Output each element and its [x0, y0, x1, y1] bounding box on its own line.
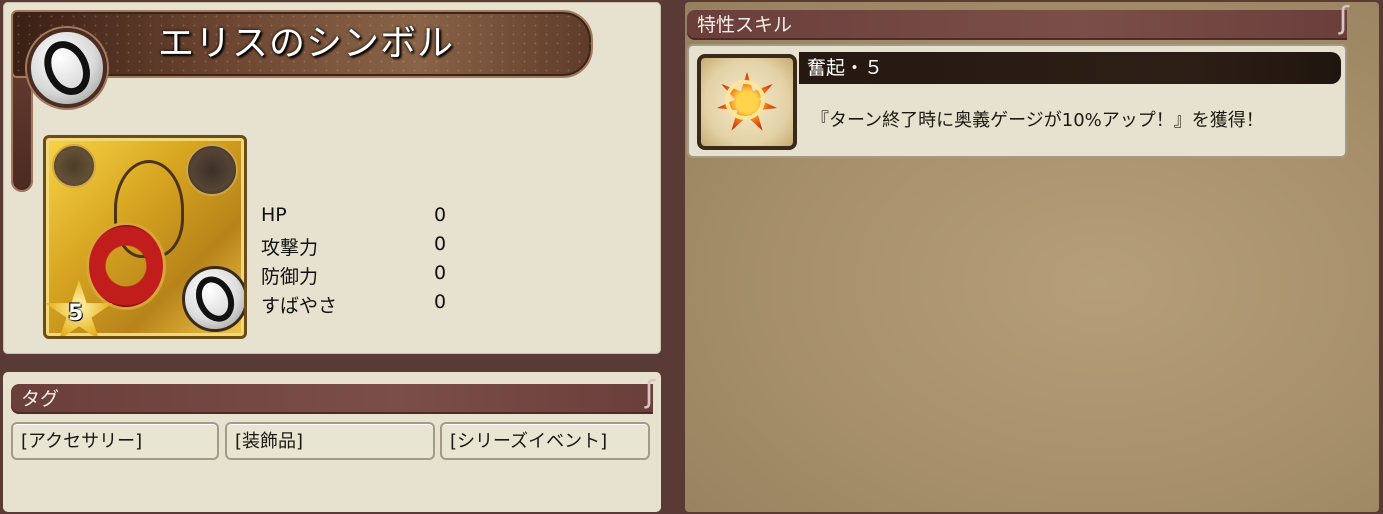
stat-value: 0 — [434, 204, 447, 226]
skill-header-label: 特性スキル — [697, 14, 793, 36]
skill-card[interactable]: 奮起・５ 『ターン終了時に奥義ゲージが10%アップ！』を獲得！ — [687, 44, 1347, 158]
skill-description: 『ターン終了時に奥義ゲージが10%アップ！』を獲得！ — [811, 110, 1264, 131]
tag-panel: タグ ʃ [アクセサリー] [装飾品] [シリーズイベント] — [3, 372, 661, 512]
skill-name: 奮起・５ — [799, 52, 1341, 84]
tag-chip[interactable]: [シリーズイベント] — [440, 422, 650, 460]
burst-ring — [725, 80, 765, 120]
ring-icon — [27, 28, 107, 108]
flourish-icon: ʃ — [644, 375, 655, 410]
ring-glyph — [188, 270, 242, 328]
stat-label: 攻撃力 — [261, 237, 319, 259]
tag-header: タグ ʃ — [11, 378, 655, 414]
stat-value: 0 — [434, 291, 447, 313]
rally-burst-icon — [697, 54, 797, 150]
swirl-emblem-icon — [186, 144, 238, 196]
tag-chip[interactable]: [装飾品] — [225, 422, 435, 460]
skill-header: 特性スキル ʃ — [687, 4, 1349, 40]
tag-chip[interactable]: [アクセサリー] — [11, 422, 219, 460]
rarity-stars: 5 — [68, 301, 84, 326]
swirl-emblem-icon — [52, 144, 96, 188]
ring-icon — [182, 266, 244, 332]
stat-value: 0 — [434, 233, 447, 255]
item-card-image[interactable]: 5 — [43, 135, 247, 339]
stat-label: 防御力 — [261, 266, 319, 288]
stat-row-attack: 攻撃力 0 — [261, 233, 461, 262]
item-name: エリスのシンボル — [158, 23, 455, 64]
stat-row-hp: HP 0 — [261, 204, 461, 233]
tag-header-label: タグ — [21, 388, 60, 410]
stat-value: 0 — [434, 262, 447, 284]
stat-row-speed: すばやさ 0 — [261, 291, 461, 320]
stat-label: HP — [261, 204, 287, 226]
stats-list: HP 0 攻撃力 0 防御力 0 すばやさ 0 — [261, 204, 461, 320]
flourish-icon: ʃ — [1338, 1, 1349, 36]
stat-label: すばやさ — [261, 295, 338, 317]
ring-glyph — [35, 33, 99, 103]
stat-row-defense: 防御力 0 — [261, 262, 461, 291]
item-detail-panel: エリスのシンボル 5 HP 0 攻撃力 0 防御力 0 すばやさ 0 — [3, 2, 661, 354]
pendant-icon — [86, 222, 166, 310]
skill-panel: 特性スキル ʃ 奮起・５ 『ターン終了時に奥義ゲージが10%アップ！』を獲得！ — [685, 2, 1379, 512]
